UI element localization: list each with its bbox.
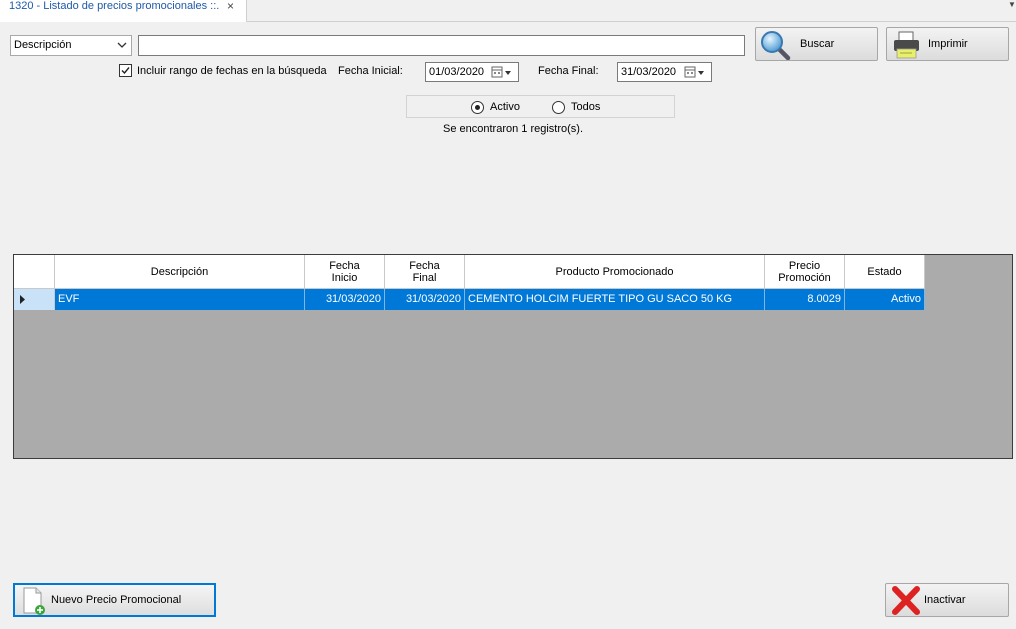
table-cell[interactable]: CEMENTO HOLCIM FUERTE TIPO GU SACO 50 KG (465, 289, 765, 310)
column-header[interactable]: Precio Promoción (765, 255, 845, 289)
row-header[interactable] (14, 289, 55, 310)
column-header-label: Fecha Final (409, 259, 440, 284)
printer-icon (894, 31, 919, 59)
include-date-range-checkbox[interactable] (119, 64, 132, 77)
imprimir-label: Imprimir (928, 38, 968, 50)
radio-todos-label[interactable]: Todos (571, 101, 600, 113)
column-header-label: Producto Promocionado (555, 265, 674, 278)
column-header[interactable]: Estado (845, 255, 925, 289)
radio-activo[interactable] (471, 101, 484, 114)
tab-strip: 1320 - Listado de precios promocionales … (0, 0, 1016, 22)
row-header-corner (14, 255, 55, 289)
nuevo-precio-label: Nuevo Precio Promocional (51, 594, 182, 606)
buscar-label: Buscar (800, 38, 835, 50)
inactivar-label: Inactivar (924, 594, 966, 606)
fecha-inicial-label: Fecha Inicial: (338, 65, 403, 77)
fecha-final-picker[interactable]: 31/03/2020 (617, 62, 712, 82)
radio-todos[interactable] (552, 101, 565, 114)
table-cell[interactable]: EVF (55, 289, 305, 310)
magnifier-icon (761, 31, 791, 60)
column-header-label: Precio Promoción (778, 259, 831, 284)
column-header-label: Fecha Inicio (329, 259, 360, 284)
search-input[interactable] (138, 35, 745, 56)
column-header[interactable]: Producto Promocionado (465, 255, 765, 289)
imprimir-button[interactable]: Imprimir (886, 27, 1009, 61)
radio-activo-label[interactable]: Activo (490, 101, 520, 113)
table-cell[interactable]: 8.0029 (765, 289, 845, 310)
table-cell[interactable]: Activo (845, 289, 925, 310)
promotions-grid[interactable]: Descripción Fecha Inicio Fecha Final Pro… (13, 254, 1013, 459)
tab-menu-arrow-icon[interactable]: ▼ (1008, 0, 1016, 9)
current-row-arrow-icon (20, 295, 25, 304)
chevron-down-icon (117, 42, 127, 48)
column-header[interactable]: Fecha Final (385, 255, 465, 289)
search-field-value: Descripción (14, 39, 72, 51)
red-x-icon (892, 586, 920, 615)
status-radio-group: Activo Todos (406, 95, 675, 118)
calendar-icon[interactable] (491, 66, 515, 79)
column-header-label: Estado (867, 265, 902, 278)
inactivar-button[interactable]: Inactivar (885, 583, 1009, 617)
fecha-inicial-picker[interactable]: 01/03/2020 (425, 62, 519, 82)
new-document-icon (23, 587, 45, 615)
fecha-final-label: Fecha Final: (538, 65, 599, 77)
tab-listado-precios[interactable]: 1320 - Listado de precios promocionales … (0, 0, 247, 22)
result-count-text: Se encontraron 1 registro(s). (443, 123, 584, 135)
column-header[interactable]: Fecha Inicio (305, 255, 385, 289)
column-header[interactable]: Descripción (55, 255, 305, 289)
include-date-range-label: Incluir rango de fechas en la búsqueda (137, 65, 327, 77)
column-header-label: Descripción (150, 265, 209, 278)
close-icon[interactable]: × (227, 0, 234, 12)
tab-title: 1320 - Listado de precios promocionales … (9, 0, 220, 12)
buscar-button[interactable]: Buscar (755, 27, 878, 61)
table-cell[interactable]: 31/03/2020 (385, 289, 465, 310)
fecha-inicial-value: 01/03/2020 (429, 66, 485, 78)
search-field-select[interactable]: Descripción (10, 35, 132, 56)
checkmark-icon (121, 67, 130, 75)
table-cell[interactable]: 31/03/2020 (305, 289, 385, 310)
fecha-final-value: 31/03/2020 (621, 66, 677, 78)
nuevo-precio-button[interactable]: Nuevo Precio Promocional (13, 583, 216, 617)
calendar-icon[interactable] (684, 66, 708, 79)
radio-selected-dot (475, 105, 480, 110)
